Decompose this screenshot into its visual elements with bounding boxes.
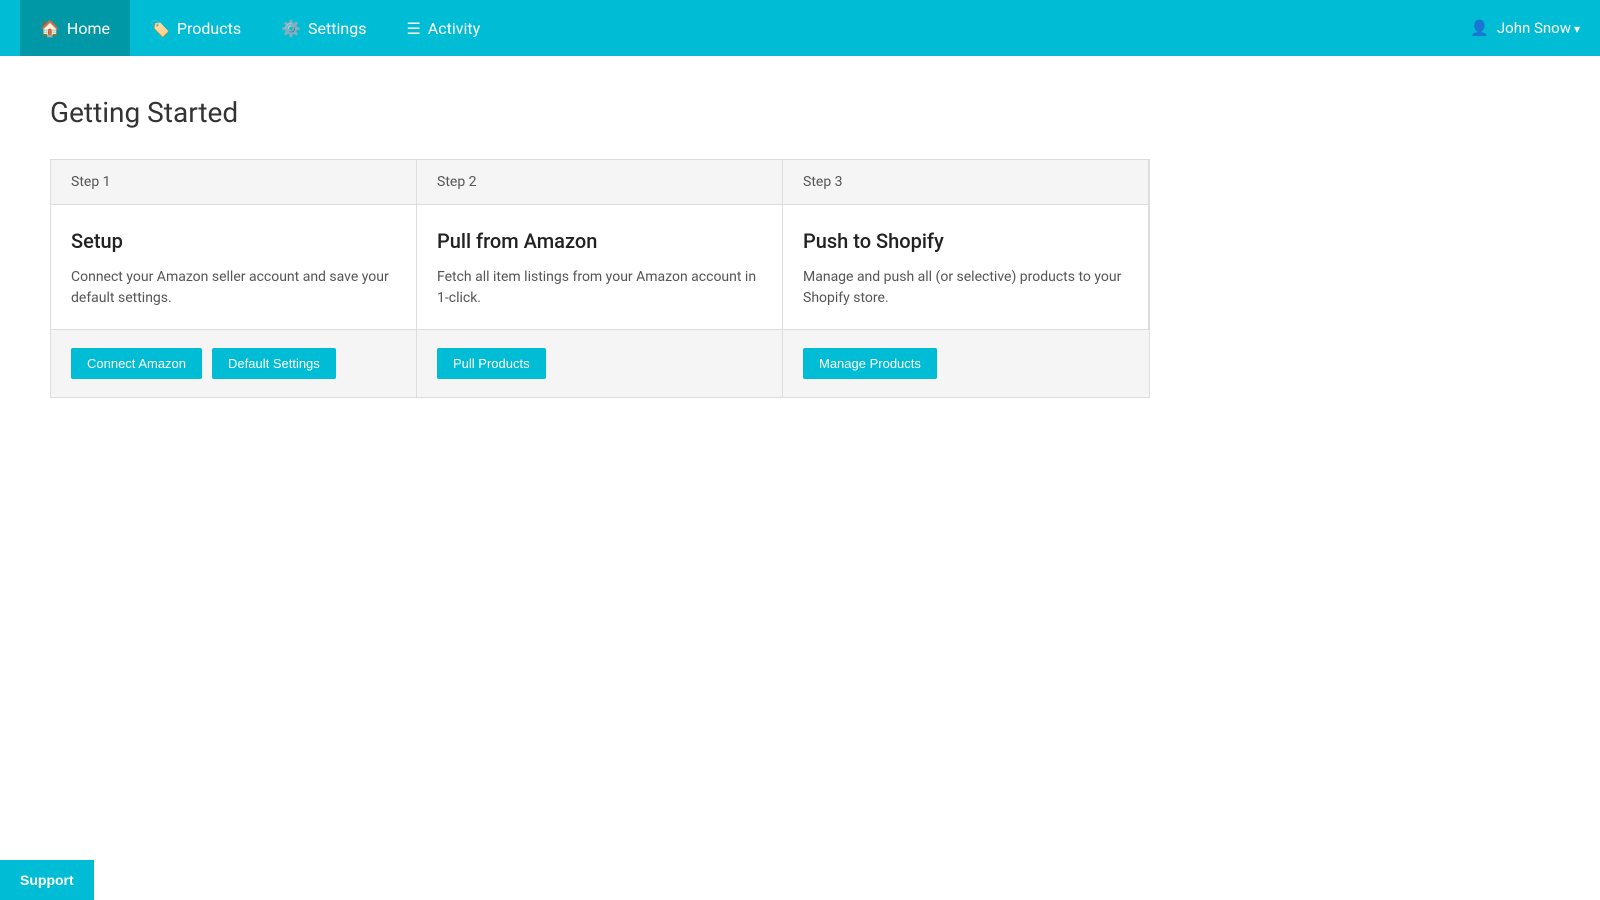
support-button[interactable]: Support — [0, 860, 94, 900]
user-menu[interactable]: 👤 John Snow — [1470, 19, 1580, 37]
step2-header: Step 2 — [417, 160, 783, 205]
step2-body: Pull from Amazon Fetch all item listings… — [417, 205, 783, 330]
settings-icon: ⚙️ — [281, 19, 301, 38]
step1-footer: Connect Amazon Default Settings — [51, 330, 417, 397]
nav-label-products: Products — [177, 19, 241, 38]
home-icon: 🏠 — [40, 19, 60, 38]
nav-item-products[interactable]: 🏷️ Products — [130, 0, 261, 56]
nav-label-activity: Activity — [428, 19, 480, 38]
page-title: Getting Started — [50, 96, 1550, 129]
step1-description: Connect your Amazon seller account and s… — [71, 267, 396, 309]
nav-item-activity[interactable]: ☰ Activity — [386, 0, 500, 56]
default-settings-button[interactable]: Default Settings — [212, 348, 336, 379]
step3-title: Push to Shopify — [803, 229, 1128, 253]
products-icon: 🏷️ — [150, 19, 170, 38]
step1-body: Setup Connect your Amazon seller account… — [51, 205, 417, 330]
step3-body: Push to Shopify Manage and push all (or … — [783, 205, 1149, 330]
user-icon: 👤 — [1470, 19, 1489, 37]
nav-label-home: Home — [67, 19, 110, 38]
step3-footer: Manage Products — [783, 330, 1149, 397]
manage-products-button[interactable]: Manage Products — [803, 348, 937, 379]
step1-title: Setup — [71, 229, 396, 253]
step3-description: Manage and push all (or selective) produ… — [803, 267, 1128, 309]
step1-label: Step 1 — [71, 174, 111, 190]
step3-header: Step 3 — [783, 160, 1149, 205]
steps-container: Step 1 Step 2 Step 3 Setup Connect your … — [50, 159, 1150, 398]
pull-products-button[interactable]: Pull Products — [437, 348, 546, 379]
nav-item-home[interactable]: 🏠 Home — [20, 0, 130, 56]
user-name: John Snow — [1497, 19, 1580, 37]
navbar: 🏠 Home 🏷️ Products ⚙️ Settings ☰ Activit… — [0, 0, 1600, 56]
main-content: Getting Started Step 1 Step 2 Step 3 Set… — [0, 56, 1600, 438]
activity-icon: ☰ — [406, 19, 420, 38]
nav-item-settings[interactable]: ⚙️ Settings — [261, 0, 386, 56]
nav-left: 🏠 Home 🏷️ Products ⚙️ Settings ☰ Activit… — [20, 0, 500, 56]
step1-header: Step 1 — [51, 160, 417, 205]
nav-label-settings: Settings — [308, 19, 366, 38]
step2-footer: Pull Products — [417, 330, 783, 397]
step2-description: Fetch all item listings from your Amazon… — [437, 267, 762, 309]
connect-amazon-button[interactable]: Connect Amazon — [71, 348, 202, 379]
step2-label: Step 2 — [437, 174, 477, 190]
step2-title: Pull from Amazon — [437, 229, 762, 253]
step3-label: Step 3 — [803, 174, 843, 190]
